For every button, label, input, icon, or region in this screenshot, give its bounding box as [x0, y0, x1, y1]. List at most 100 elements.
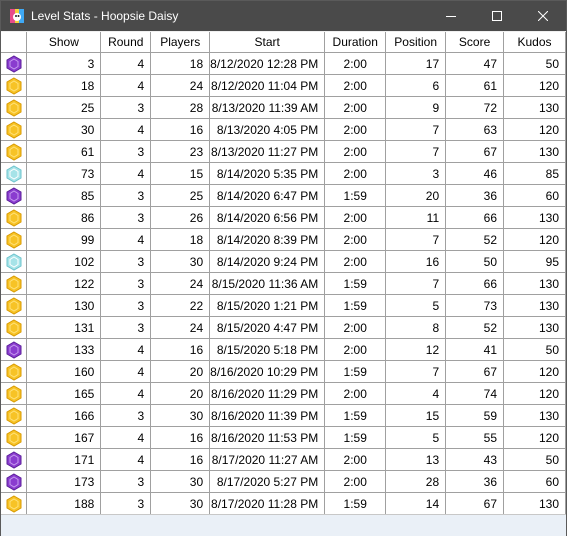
table-row[interactable]: 73 4 15 8/14/2020 5:35 PM 2:00 3 46 85: [1, 162, 566, 185]
minimize-button[interactable]: [428, 1, 474, 31]
start-cell: 8/15/2020 11:36 AM: [209, 272, 326, 295]
kudos-cell: 120: [503, 74, 566, 97]
table-row[interactable]: 167 4 16 8/16/2020 11:53 PM 1:59 5 55 120: [1, 426, 566, 449]
gold-medal-icon: [6, 274, 22, 293]
players-cell: 26: [150, 206, 211, 229]
column-header-medal[interactable]: [1, 32, 28, 53]
position-cell: 16: [385, 250, 447, 273]
position-cell: 13: [385, 448, 447, 471]
players-cell: 24: [150, 316, 211, 339]
position-cell: 7: [385, 360, 447, 383]
show-cell: 188: [26, 492, 102, 514]
duration-cell: 2:00: [324, 74, 387, 97]
round-cell: 3: [100, 140, 152, 163]
table-row[interactable]: 86 3 26 8/14/2020 6:56 PM 2:00 11 66 130: [1, 206, 566, 229]
medal-cell: [1, 404, 28, 427]
level-stats-grid[interactable]: Show Round Players Start Duration Positi…: [1, 32, 566, 514]
gold-medal-icon: [6, 318, 22, 337]
medal-cell: [1, 228, 28, 251]
medal-cell: [1, 162, 28, 185]
medal-cell: [1, 294, 28, 317]
medal-cell: [1, 382, 28, 405]
medal-cell: [1, 470, 28, 493]
table-row[interactable]: 99 4 18 8/14/2020 8:39 PM 2:00 7 52 120: [1, 228, 566, 251]
gold-medal-icon: [6, 230, 22, 249]
gold-medal-icon: [6, 428, 22, 447]
show-cell: 122: [26, 272, 102, 295]
kudos-cell: 120: [503, 360, 566, 383]
start-cell: 8/14/2020 5:35 PM: [209, 162, 326, 185]
medal-cell: [1, 316, 28, 339]
medal-cell: [1, 140, 28, 163]
position-cell: 7: [385, 140, 447, 163]
duration-cell: 2:00: [324, 470, 387, 493]
table-row[interactable]: 18 4 24 8/12/2020 11:04 PM 2:00 6 61 120: [1, 74, 566, 97]
show-cell: 18: [26, 74, 102, 97]
table-row[interactable]: 131 3 24 8/15/2020 4:47 PM 2:00 8 52 130: [1, 316, 566, 339]
start-cell: 8/12/2020 12:28 PM: [209, 52, 326, 75]
medal-cell: [1, 206, 28, 229]
position-cell: 7: [385, 272, 447, 295]
minimize-icon: [446, 16, 456, 17]
window-title: Level Stats - Hoopsie Daisy: [31, 9, 179, 23]
table-row[interactable]: 160 4 20 8/16/2020 10:29 PM 1:59 7 67 120: [1, 360, 566, 383]
score-cell: 67: [445, 360, 505, 383]
round-cell: 4: [100, 360, 152, 383]
show-cell: 160: [26, 360, 102, 383]
gold-medal-icon: [6, 362, 22, 381]
table-row[interactable]: 171 4 16 8/17/2020 11:27 AM 2:00 13 43 50: [1, 448, 566, 471]
table-row[interactable]: 25 3 28 8/13/2020 11:39 AM 2:00 9 72 130: [1, 96, 566, 119]
duration-cell: 1:59: [324, 492, 387, 514]
table-row[interactable]: 173 3 30 8/17/2020 5:27 PM 2:00 28 36 60: [1, 470, 566, 493]
kudos-cell: 50: [503, 448, 566, 471]
table-row[interactable]: 188 3 30 8/17/2020 11:28 PM 1:59 14 67 130: [1, 492, 566, 514]
start-cell: 8/16/2020 11:29 PM: [209, 382, 326, 405]
column-header-position[interactable]: Position: [385, 32, 447, 53]
kudos-cell: 50: [503, 52, 566, 75]
column-header-kudos[interactable]: Kudos: [503, 32, 566, 53]
score-cell: 55: [445, 426, 505, 449]
medal-cell: [1, 448, 28, 471]
table-row[interactable]: 133 4 16 8/15/2020 5:18 PM 2:00 12 41 50: [1, 338, 566, 361]
kudos-cell: 85: [503, 162, 566, 185]
duration-cell: 2:00: [324, 52, 387, 75]
column-header-score[interactable]: Score: [445, 32, 505, 53]
position-cell: 17: [385, 52, 447, 75]
score-cell: 66: [445, 272, 505, 295]
duration-cell: 2:00: [324, 448, 387, 471]
maximize-icon: [492, 11, 502, 21]
column-header-players[interactable]: Players: [150, 32, 211, 53]
table-row[interactable]: 165 4 20 8/16/2020 11:29 PM 2:00 4 74 120: [1, 382, 566, 405]
table-row[interactable]: 102 3 30 8/14/2020 9:24 PM 2:00 16 50 95: [1, 250, 566, 273]
score-cell: 52: [445, 228, 505, 251]
maximize-button[interactable]: [474, 1, 520, 31]
close-button[interactable]: [520, 1, 566, 31]
players-cell: 23: [150, 140, 211, 163]
table-row[interactable]: 61 3 23 8/13/2020 11:27 PM 2:00 7 67 130: [1, 140, 566, 163]
start-cell: 8/13/2020 4:05 PM: [209, 118, 326, 141]
column-header-start[interactable]: Start: [209, 32, 326, 53]
table-row[interactable]: 85 3 25 8/14/2020 6:47 PM 1:59 20 36 60: [1, 184, 566, 207]
column-header-round[interactable]: Round: [100, 32, 152, 53]
duration-cell: 1:59: [324, 272, 387, 295]
score-cell: 61: [445, 74, 505, 97]
table-row[interactable]: 130 3 22 8/15/2020 1:21 PM 1:59 5 73 130: [1, 294, 566, 317]
start-cell: 8/14/2020 6:56 PM: [209, 206, 326, 229]
round-cell: 4: [100, 338, 152, 361]
players-cell: 16: [150, 338, 211, 361]
table-row[interactable]: 122 3 24 8/15/2020 11:36 AM 1:59 7 66 130: [1, 272, 566, 295]
medal-cell: [1, 52, 28, 75]
show-cell: 102: [26, 250, 102, 273]
purple-medal-icon: [6, 340, 22, 359]
column-header-show[interactable]: Show: [26, 32, 102, 53]
table-row[interactable]: 3 4 18 8/12/2020 12:28 PM 2:00 17 47 50: [1, 52, 566, 75]
gold-medal-icon: [6, 384, 22, 403]
table-row[interactable]: 30 4 16 8/13/2020 4:05 PM 2:00 7 63 120: [1, 118, 566, 141]
score-cell: 52: [445, 316, 505, 339]
start-cell: 8/17/2020 11:27 AM: [209, 448, 326, 471]
start-cell: 8/15/2020 4:47 PM: [209, 316, 326, 339]
column-header-duration[interactable]: Duration: [324, 32, 387, 53]
table-row[interactable]: 166 3 30 8/16/2020 11:39 PM 1:59 15 59 130: [1, 404, 566, 427]
players-cell: 30: [150, 404, 211, 427]
players-cell: 25: [150, 184, 211, 207]
